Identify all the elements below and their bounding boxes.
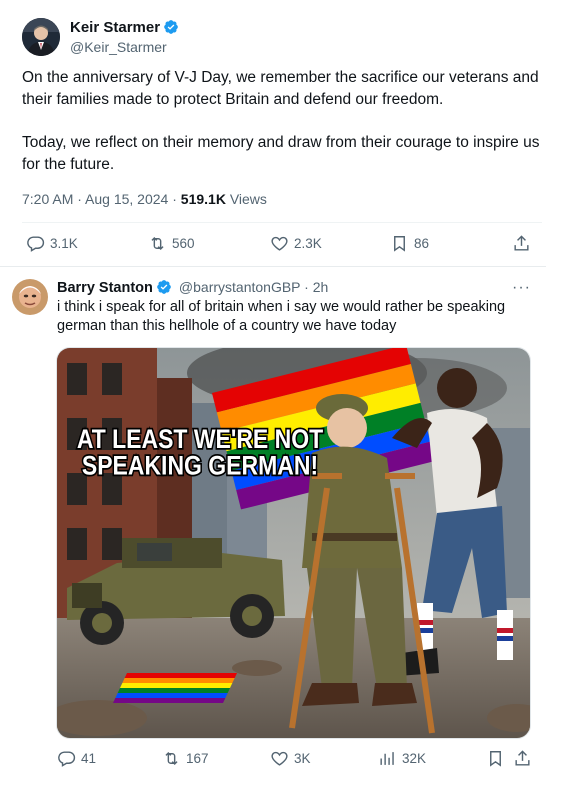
repost-button[interactable]: 560 (148, 234, 195, 253)
reply-icon (27, 236, 45, 252)
bookmark-count: 86 (414, 236, 430, 251)
share-icon (514, 235, 529, 251)
divider (22, 222, 542, 223)
meme-caption-line-1: AT LEAST WE'RE NOT (77, 426, 323, 455)
main-tweet: Keir Starmer @Keir_Starmer On the annive… (0, 0, 563, 262)
share-icon (515, 750, 530, 766)
reply-reply-count: 41 (81, 751, 97, 766)
bookmark-button[interactable]: 86 (390, 234, 429, 253)
verified-badge-icon (156, 279, 172, 295)
share-button[interactable] (512, 234, 531, 253)
like-icon (271, 236, 288, 251)
repost-count: 560 (172, 236, 195, 251)
reply-author-name[interactable]: Barry Stanton (57, 280, 153, 296)
reply-reply-button[interactable]: 41 (57, 749, 96, 768)
reply-like-button[interactable]: 3K (270, 749, 311, 768)
repost-icon (151, 236, 164, 251)
reply-share-button[interactable] (513, 749, 532, 768)
reply-views-button[interactable]: 32K (378, 749, 426, 768)
tweet-text-paragraph-1: On the anniversary of V-J Day, we rememb… (22, 69, 539, 108)
reply-like-count: 3K (294, 751, 311, 766)
author-handle[interactable]: @Keir_Starmer (70, 39, 167, 55)
reply-image[interactable]: AT LEAST WE'RE NOT SPEAKING GERMAN! (56, 347, 531, 739)
reply-bookmark-button[interactable] (486, 749, 505, 768)
reply-repost-count: 167 (186, 751, 209, 766)
views-label: Views (225, 191, 267, 207)
repost-icon (165, 751, 178, 766)
bookmark-icon (394, 236, 405, 252)
tweet-text-paragraph-2: Today, we reflect on their memory and dr… (22, 134, 540, 173)
reply-button[interactable]: 3.1K (26, 234, 78, 253)
views-icon (380, 752, 394, 765)
reply-author-avatar[interactable] (12, 279, 48, 315)
reply-author-handle[interactable]: @barrystantonGBP · 2h (179, 279, 328, 295)
tweet-meta: 7:20 AM · Aug 15, 2024 · 519.1K Views (22, 191, 267, 207)
author-name[interactable]: Keir Starmer (70, 19, 160, 36)
views-count: 519.1K (180, 191, 226, 207)
reply-repost-button[interactable]: 167 (162, 749, 209, 768)
like-count: 2.3K (294, 236, 322, 251)
more-icon[interactable]: ··· (512, 279, 531, 297)
timestamp[interactable]: 7:20 AM · Aug 15, 2024 · (22, 191, 181, 207)
author-avatar[interactable] (22, 18, 60, 56)
reply-views-count: 32K (402, 751, 427, 766)
like-button[interactable]: 2.3K (270, 234, 322, 253)
bookmark-icon (490, 751, 501, 767)
verified-badge-icon (163, 19, 179, 35)
reply-icon (58, 751, 76, 767)
meme-caption-line-2: SPEAKING GERMAN! (82, 452, 318, 481)
reply-count: 3.1K (50, 236, 78, 251)
reply-card: Barry Stanton @barrystantonGBP · 2h ··· … (0, 266, 546, 801)
reply-text: i think i speak for all of britain when … (57, 299, 506, 334)
like-icon (271, 751, 288, 766)
